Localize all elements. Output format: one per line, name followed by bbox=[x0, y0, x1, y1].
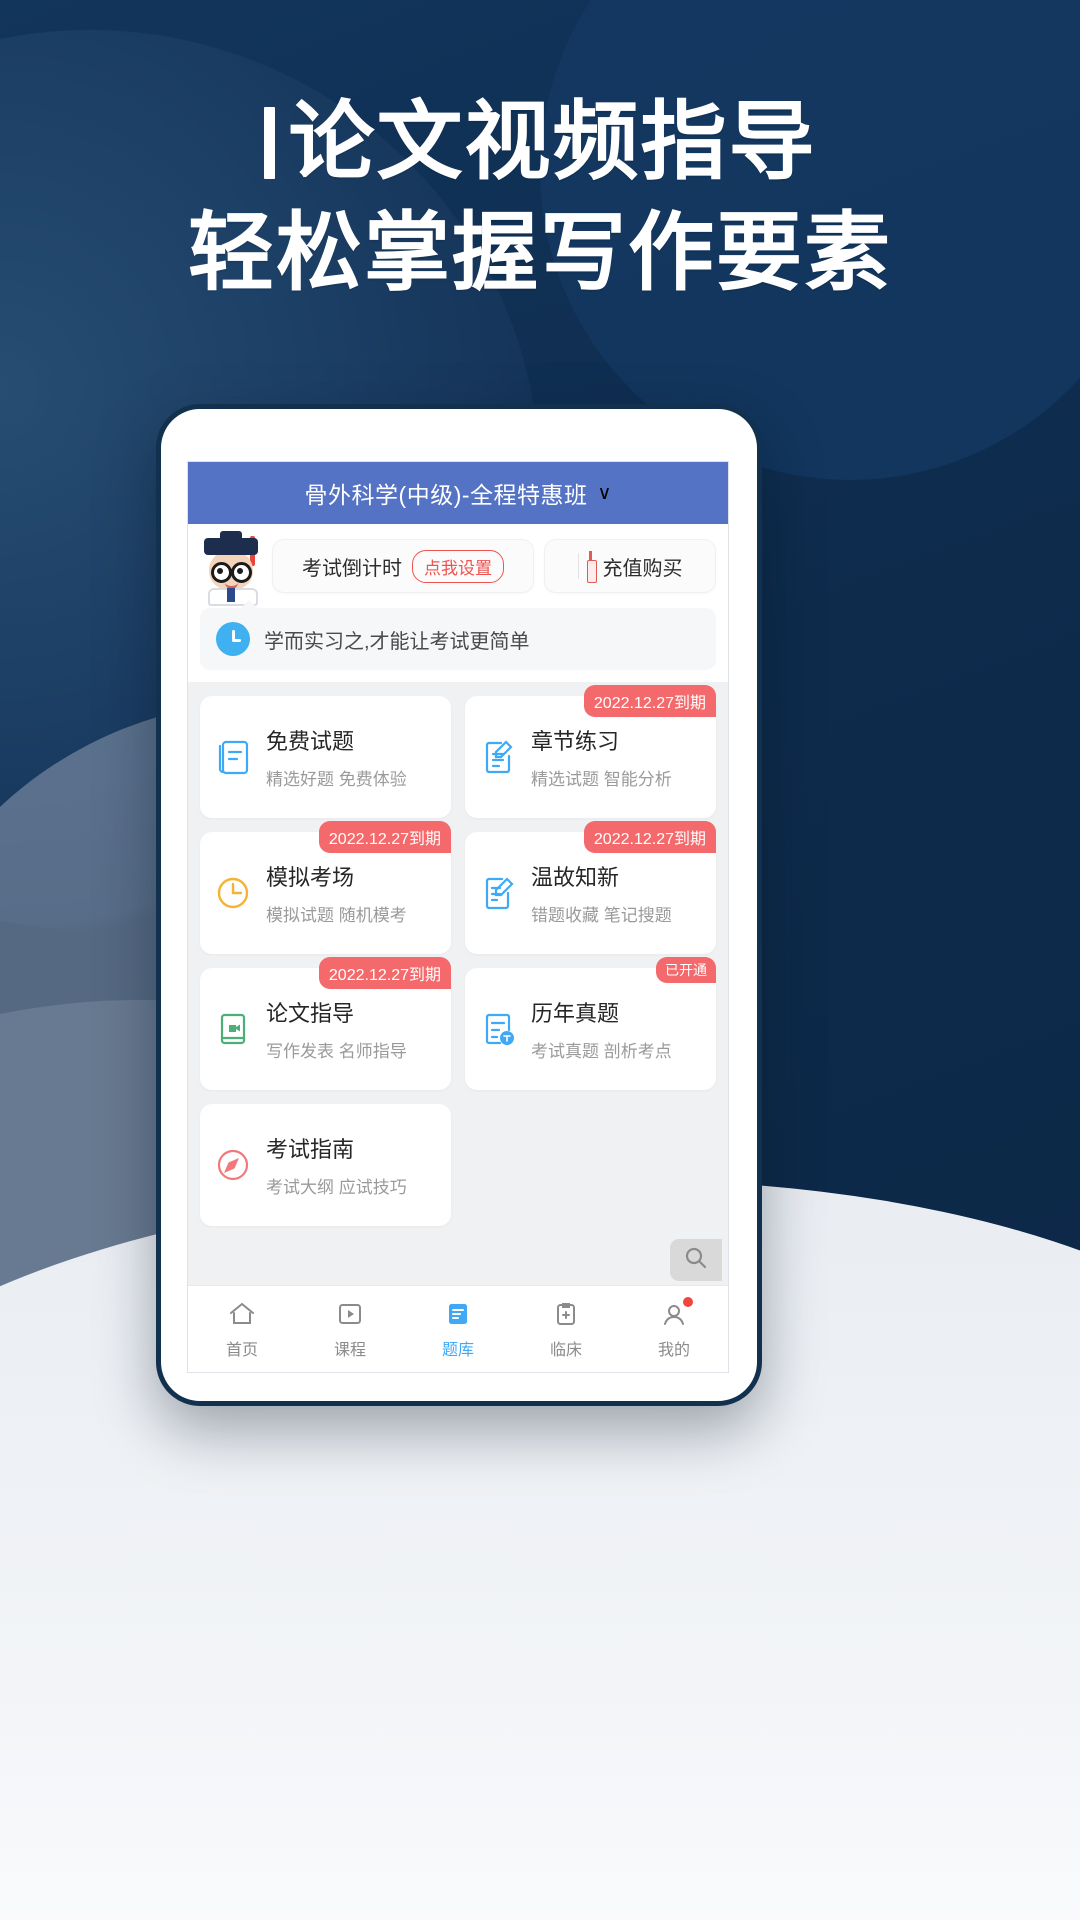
doctor-avatar bbox=[200, 531, 262, 606]
tip-text: 学而实习之,才能让考试更简单 bbox=[264, 630, 530, 653]
clock-icon bbox=[216, 622, 250, 656]
syringe-icon bbox=[586, 551, 597, 583]
tab-label: 临床 bbox=[549, 1341, 582, 1359]
card-title: 免费试题 bbox=[266, 729, 355, 754]
video-book-icon bbox=[212, 1008, 254, 1050]
feature-card-thesis-guidance[interactable]: 2022.12.27到期 论文指导 写作发表 名师指导 bbox=[200, 957, 451, 1090]
tab-courses[interactable]: 课程 bbox=[296, 1286, 404, 1372]
pill-divider bbox=[577, 553, 579, 579]
card-subtitle: 精选好题 免费体验 bbox=[266, 770, 407, 789]
countdown-label: 考试倒计时 bbox=[302, 557, 402, 580]
card-title: 章节练习 bbox=[531, 729, 620, 754]
card-subtitle: 写作发表 名师指导 bbox=[266, 1042, 407, 1061]
card-title: 历年真题 bbox=[531, 1001, 620, 1026]
card-text: 模拟考场 模拟试题 随机模考 bbox=[266, 860, 407, 926]
card-text: 历年真题 考试真题 剖析考点 bbox=[531, 996, 672, 1062]
card-title: 模拟考场 bbox=[266, 865, 355, 890]
pencil-doc-icon bbox=[477, 872, 519, 914]
card-subtitle: 考试大纲 应试技巧 bbox=[266, 1178, 407, 1197]
headline-accent-bar bbox=[263, 107, 275, 179]
avatar-cap-icon bbox=[204, 531, 258, 555]
app-header-bar[interactable]: 骨外科学(中级)-全程特惠班 ∨ bbox=[188, 462, 728, 524]
feature-card-mock-exam[interactable]: 2022.12.27到期 模拟考场 模拟试题 随机模考 bbox=[200, 821, 451, 954]
search-fab-button[interactable] bbox=[670, 1239, 722, 1281]
tab-label: 课程 bbox=[333, 1341, 366, 1359]
status-badge: 2022.12.27到期 bbox=[318, 957, 451, 989]
course-title: 骨外科学(中级)-全程特惠班 bbox=[304, 482, 588, 508]
play-box-icon bbox=[335, 1299, 365, 1329]
clipboard-icon bbox=[551, 1299, 581, 1329]
feature-card-chapter-practice[interactable]: 2022.12.27到期 章节练习 精选试题 智能分析 bbox=[465, 685, 716, 818]
feature-card-exam-guide[interactable]: 考试指南 考试大纲 应试技巧 bbox=[200, 1104, 451, 1226]
avatar-tie bbox=[227, 588, 235, 602]
countdown-set-button[interactable]: 点我设置 bbox=[412, 549, 504, 583]
headline-line-1: 论文视频指导 bbox=[0, 96, 1080, 189]
card-text: 考试指南 考试大纲 应试技巧 bbox=[266, 1132, 407, 1198]
real-exam-icon bbox=[477, 1008, 519, 1050]
feature-card-free-questions[interactable]: 免费试题 精选好题 免费体验 bbox=[200, 696, 451, 818]
tab-label: 我的 bbox=[657, 1341, 690, 1359]
bottom-tab-bar: 首页 课程 题库 临床 我的 bbox=[188, 1285, 728, 1372]
app-screen: 骨外科学(中级)-全程特惠班 ∨ 考试倒计时 点我设置 充值购买 学而实习之,才… bbox=[187, 461, 729, 1373]
phone-mockup: 骨外科学(中级)-全程特惠班 ∨ 考试倒计时 点我设置 充值购买 学而实习之,才… bbox=[156, 404, 762, 1406]
feature-grid: 免费试题 精选好题 免费体验 2022.12.27到期 章节练习 精选试题 智能… bbox=[188, 682, 728, 1285]
card-text: 章节练习 精选试题 智能分析 bbox=[531, 724, 672, 790]
tip-banner-wrap: 学而实习之,才能让考试更简单 bbox=[188, 600, 728, 682]
poster-headline: 论文视频指导 轻松掌握写作要素 bbox=[0, 96, 1080, 300]
note-edit-icon bbox=[477, 736, 519, 778]
card-text: 免费试题 精选好题 免费体验 bbox=[266, 724, 407, 790]
card-title: 温故知新 bbox=[531, 865, 620, 890]
compass-icon bbox=[212, 1144, 254, 1186]
notification-dot bbox=[683, 1296, 693, 1307]
person-icon bbox=[659, 1296, 693, 1329]
clock-outline-icon bbox=[212, 872, 254, 914]
tab-home[interactable]: 首页 bbox=[188, 1286, 296, 1372]
recharge-buy-pill[interactable]: 充值购买 bbox=[544, 539, 716, 593]
exam-paper-icon bbox=[212, 736, 254, 778]
search-icon bbox=[683, 1245, 709, 1276]
card-subtitle: 模拟试题 随机模考 bbox=[266, 906, 407, 925]
tab-mine[interactable]: 我的 bbox=[620, 1286, 728, 1372]
card-subtitle: 考试真题 剖析考点 bbox=[531, 1042, 672, 1061]
card-subtitle: 错题收藏 笔记搜题 bbox=[531, 906, 672, 925]
status-badge: 2022.12.27到期 bbox=[318, 821, 451, 853]
tip-banner[interactable]: 学而实习之,才能让考试更简单 bbox=[200, 600, 716, 670]
headline-line-2: 轻松掌握写作要素 bbox=[188, 202, 892, 303]
question-bank-icon bbox=[443, 1299, 473, 1329]
feature-card-past-papers[interactable]: 已开通 历年真题 考试真题 剖析考点 bbox=[465, 957, 716, 1090]
card-title: 论文指导 bbox=[266, 1001, 355, 1026]
status-badge: 2022.12.27到期 bbox=[583, 685, 716, 717]
card-subtitle: 精选试题 智能分析 bbox=[531, 770, 672, 789]
headline-line-1-text: 论文视频指导 bbox=[288, 92, 817, 192]
tab-label: 首页 bbox=[225, 1341, 258, 1359]
home-icon bbox=[227, 1299, 257, 1329]
chevron-down-icon[interactable]: ∨ bbox=[598, 482, 612, 505]
countdown-pill[interactable]: 考试倒计时 点我设置 bbox=[272, 539, 534, 593]
status-badge: 已开通 bbox=[656, 957, 716, 983]
tab-clinical[interactable]: 临床 bbox=[512, 1286, 620, 1372]
recharge-buy-label: 充值购买 bbox=[602, 557, 683, 580]
tab-label: 题库 bbox=[441, 1341, 474, 1359]
card-text: 温故知新 错题收藏 笔记搜题 bbox=[531, 860, 672, 926]
card-text: 论文指导 写作发表 名师指导 bbox=[266, 996, 407, 1062]
status-badge: 2022.12.27到期 bbox=[583, 821, 716, 853]
top-action-row: 考试倒计时 点我设置 充值购买 bbox=[188, 524, 728, 606]
feature-card-review[interactable]: 2022.12.27到期 温故知新 错题收藏 笔记搜题 bbox=[465, 821, 716, 954]
tab-question-bank[interactable]: 题库 bbox=[404, 1286, 512, 1372]
card-title: 考试指南 bbox=[266, 1137, 355, 1162]
